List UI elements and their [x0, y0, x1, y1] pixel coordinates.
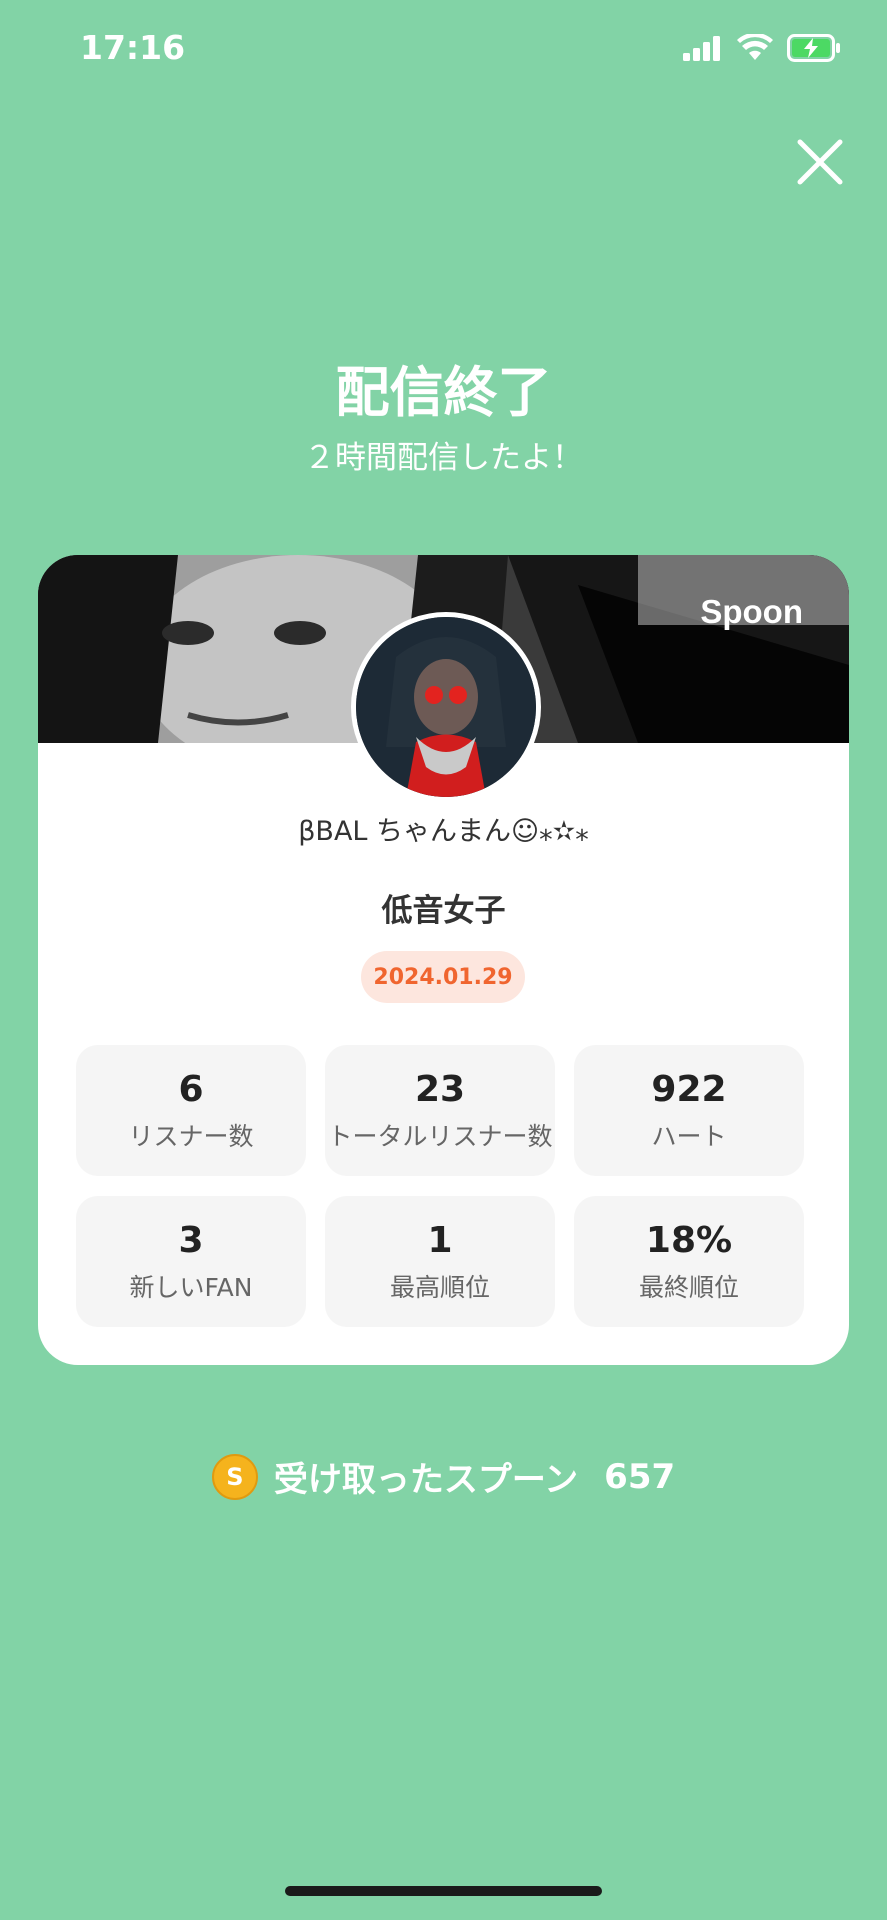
close-button[interactable]: [790, 132, 850, 192]
stats-grid: 6 リスナー数 23 トータルリスナー数 922 ハート 3 新しいFAN 1 …: [76, 1045, 807, 1327]
stat-value: 23: [414, 1068, 466, 1110]
signal-icon: [683, 36, 720, 61]
stat-value: 6: [178, 1068, 204, 1110]
spoons-count: 657: [604, 1456, 676, 1497]
avatar[interactable]: [351, 612, 541, 802]
username: βBAL ちゃんまん☺︎⁎✫⁎: [298, 816, 589, 847]
avatar-image: [356, 617, 536, 797]
wifi-icon: [737, 34, 773, 60]
stat-listeners: 6 リスナー数: [76, 1045, 306, 1176]
stat-highest-rank: 1 最高順位: [325, 1196, 555, 1327]
stat-label: 最終順位: [638, 1273, 739, 1303]
stat-new-fans: 3 新しいFAN: [76, 1196, 306, 1327]
status-time: 17:16: [80, 28, 186, 67]
stat-hearts: 922 ハート: [574, 1045, 804, 1176]
page-subtitle: ２時間配信したよ！: [304, 440, 583, 476]
stat-total-listeners: 23 トータルリスナー数: [325, 1045, 555, 1176]
stat-final-rank: 18% 最終順位: [574, 1196, 804, 1327]
page-title: 配信終了: [335, 361, 552, 424]
stream-title: 低音女子: [381, 893, 506, 929]
stat-value: 18%: [645, 1219, 733, 1261]
stat-value: 3: [178, 1219, 204, 1261]
spoons-received: S 受け取ったスプーン 657: [0, 1452, 887, 1501]
stat-label: ハート: [651, 1122, 727, 1152]
stat-label: 新しいFAN: [129, 1273, 253, 1303]
battery-charging-icon: [787, 34, 840, 62]
spoons-label: 受け取ったスプーン: [273, 1460, 579, 1500]
close-icon: [797, 139, 843, 185]
stat-label: リスナー数: [128, 1122, 254, 1152]
status-bar: 17:16: [0, 0, 887, 100]
date-badge: 2024.01.29: [361, 951, 525, 1003]
summary-card: Spoon βBAL ちゃんまん☺︎⁎✫⁎ 低音女子 2024.01.29 6 …: [38, 555, 849, 1365]
spoon-coin-icon: S: [211, 1453, 258, 1500]
stat-label: 最高順位: [389, 1273, 490, 1303]
home-indicator[interactable]: [285, 1886, 602, 1896]
brand-logo: Spoon: [700, 593, 803, 630]
status-icons: [683, 30, 841, 66]
stat-value: 1: [427, 1219, 453, 1261]
stat-label: トータルリスナー数: [327, 1122, 553, 1152]
stat-value: 922: [651, 1068, 727, 1110]
